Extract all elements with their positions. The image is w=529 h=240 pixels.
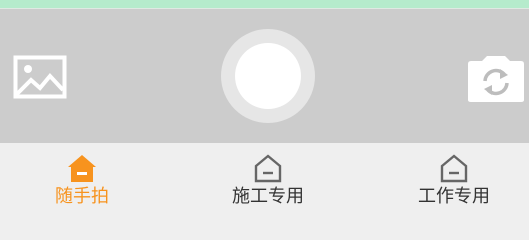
switch-camera-button[interactable] (466, 53, 526, 103)
shutter-inner (235, 43, 301, 109)
switch-camera-icon (468, 56, 524, 102)
home-icon (438, 152, 470, 184)
home-icon (252, 152, 284, 184)
home-icon (66, 152, 98, 184)
tab-label: 随手拍 (55, 186, 109, 207)
gallery-button[interactable] (12, 54, 68, 100)
top-strip (0, 0, 529, 9)
tab-bar: 随手拍 施工专用 工作专用 (0, 143, 529, 217)
camera-viewfinder (0, 9, 529, 143)
image-icon (13, 55, 67, 99)
tab-suishoupai[interactable]: 随手拍 (22, 143, 142, 217)
tab-shigong[interactable]: 施工专用 (208, 143, 328, 217)
tab-label: 工作专用 (418, 186, 490, 207)
shutter-button[interactable] (221, 29, 315, 123)
tab-label: 施工专用 (232, 186, 304, 207)
tab-gongzuo[interactable]: 工作专用 (394, 143, 514, 217)
